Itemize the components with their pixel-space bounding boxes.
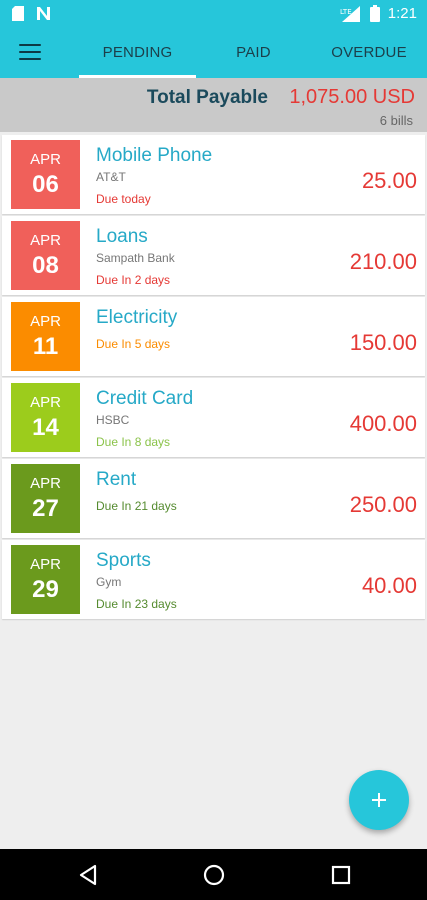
bill-name: Sports bbox=[96, 550, 151, 571]
status-bar: LTE 1:21 bbox=[0, 0, 427, 28]
tab-paid[interactable]: PAID bbox=[196, 28, 311, 78]
n-notification-icon bbox=[36, 6, 51, 21]
date-day: 06 bbox=[32, 171, 59, 198]
date-day: 14 bbox=[32, 414, 59, 441]
bill-due: Due In 2 days bbox=[96, 273, 171, 287]
bill-name: Mobile Phone bbox=[96, 145, 213, 166]
date-month: APR bbox=[30, 556, 61, 573]
bill-amount: 25.00 bbox=[361, 168, 417, 193]
system-nav-bar bbox=[0, 849, 427, 900]
menu-icon[interactable] bbox=[19, 44, 41, 62]
date-month: APR bbox=[30, 475, 61, 492]
bill-name: Electricity bbox=[96, 307, 178, 328]
date-day: 29 bbox=[32, 576, 59, 603]
plus-icon bbox=[372, 793, 386, 807]
sd-card-icon bbox=[12, 6, 24, 21]
bill-item-credit-card[interactable]: APR 14 Credit Card HSBC Due In 8 days 40… bbox=[2, 378, 425, 457]
bill-due: Due In 21 days bbox=[96, 499, 177, 513]
date-box: APR 08 bbox=[11, 221, 80, 290]
date-box: APR 11 bbox=[11, 302, 80, 371]
date-day: 27 bbox=[32, 495, 59, 522]
total-payable-amount: 1,075.00 USD bbox=[289, 86, 415, 108]
bill-item-mobile-phone[interactable]: APR 06 Mobile Phone AT&T Due today 25.00 bbox=[2, 135, 425, 214]
bill-due: Due In 5 days bbox=[96, 337, 171, 351]
bill-name: Loans bbox=[96, 226, 148, 247]
bill-item-sports[interactable]: APR 29 Sports Gym Due In 23 days 40.00 bbox=[2, 540, 425, 619]
date-month: APR bbox=[30, 232, 61, 249]
home-icon[interactable] bbox=[201, 862, 227, 888]
bill-count: 6 bills bbox=[379, 113, 413, 128]
date-box: APR 29 bbox=[11, 545, 80, 614]
battery-icon bbox=[369, 5, 380, 22]
app-bar: PENDING PAID OVERDUE bbox=[0, 28, 427, 78]
tab-overdue[interactable]: OVERDUE bbox=[311, 28, 427, 78]
date-month: APR bbox=[30, 394, 61, 411]
tab-pending[interactable]: PENDING bbox=[79, 28, 196, 78]
bill-amount: 400.00 bbox=[349, 411, 417, 436]
bill-provider: Sampath Bank bbox=[96, 251, 175, 265]
bill-amount: 40.00 bbox=[361, 573, 417, 598]
date-month: APR bbox=[30, 151, 61, 168]
date-day: 08 bbox=[32, 252, 59, 279]
status-time: 1:21 bbox=[387, 5, 417, 22]
date-box: APR 27 bbox=[11, 464, 80, 533]
bill-due: Due In 23 days bbox=[96, 597, 177, 611]
bill-amount: 250.00 bbox=[349, 492, 417, 517]
recents-icon[interactable] bbox=[328, 862, 354, 888]
bill-amount: 210.00 bbox=[349, 249, 417, 274]
date-day: 11 bbox=[32, 333, 59, 360]
bill-provider: Gym bbox=[96, 575, 122, 589]
date-box: APR 06 bbox=[11, 140, 80, 209]
add-bill-button[interactable] bbox=[349, 770, 409, 830]
bill-item-loans[interactable]: APR 08 Loans Sampath Bank Due In 2 days … bbox=[2, 216, 425, 295]
bill-item-rent[interactable]: APR 27 Rent Due In 21 days 250.00 bbox=[2, 459, 425, 538]
bill-due: Due today bbox=[96, 192, 151, 206]
bill-provider: HSBC bbox=[96, 413, 130, 427]
bill-name: Credit Card bbox=[96, 388, 194, 409]
bill-amount: 150.00 bbox=[349, 330, 417, 355]
back-icon[interactable] bbox=[75, 862, 101, 888]
lte-signal-icon: LTE bbox=[340, 5, 360, 22]
bill-list: APR 06 Mobile Phone AT&T Due today 25.00… bbox=[2, 135, 425, 621]
summary-bar: Total Payable 1,075.00 USD 6 bills bbox=[0, 78, 427, 132]
bill-name: Rent bbox=[96, 469, 137, 490]
date-box: APR 14 bbox=[11, 383, 80, 452]
svg-text:LTE: LTE bbox=[340, 8, 352, 16]
bill-due: Due In 8 days bbox=[96, 435, 171, 449]
bill-item-electricity[interactable]: APR 11 Electricity Due In 5 days 150.00 bbox=[2, 297, 425, 376]
total-payable-label: Total Payable bbox=[146, 87, 268, 108]
date-month: APR bbox=[30, 313, 61, 330]
bill-provider: AT&T bbox=[96, 170, 126, 184]
